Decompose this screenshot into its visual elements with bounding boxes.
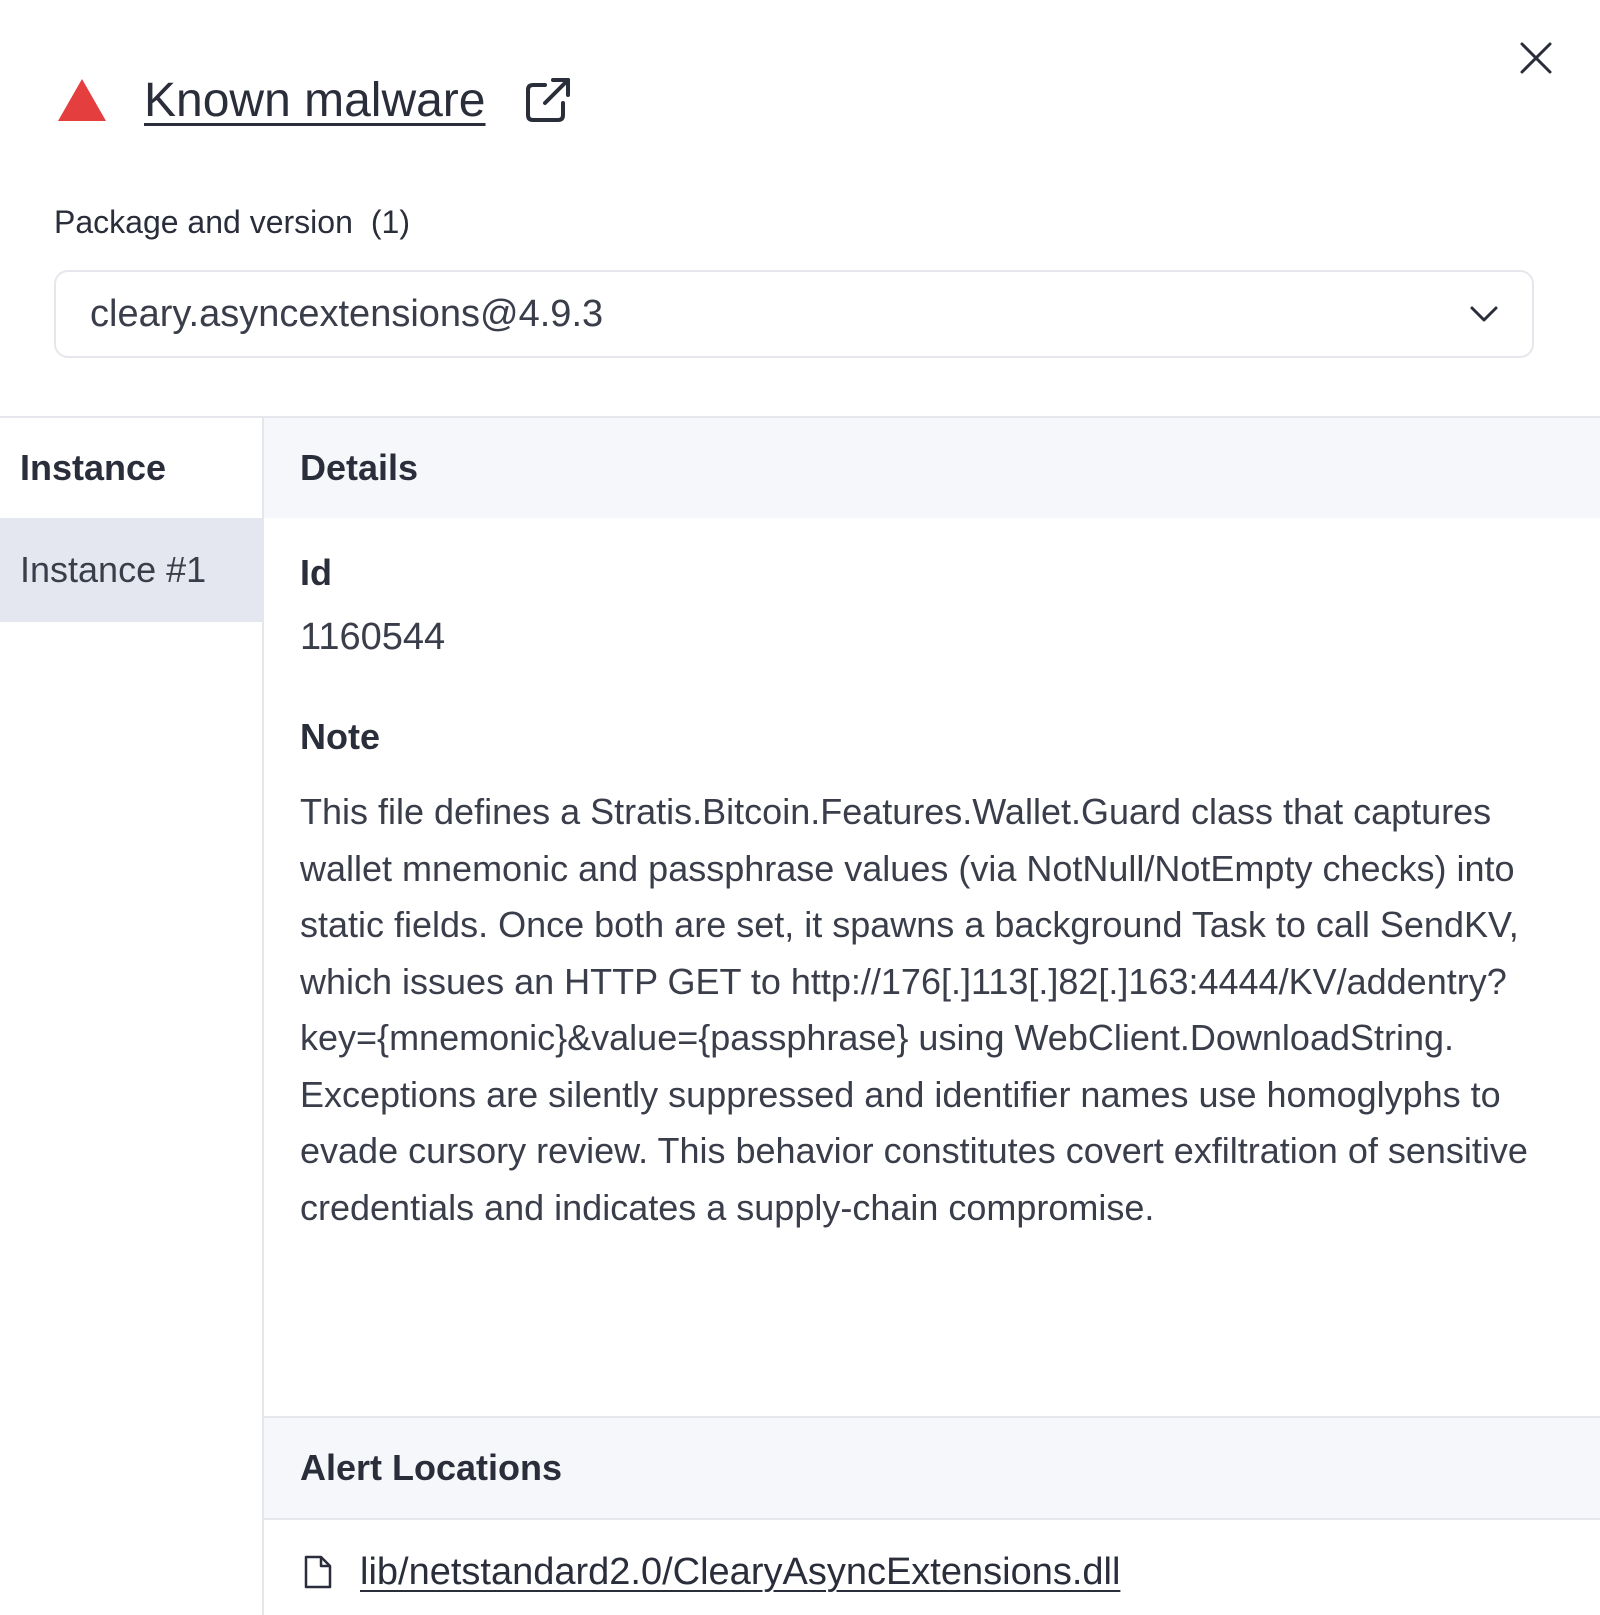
alert-title-link[interactable]: Known malware — [144, 73, 485, 128]
details-column: Details Id 1160544 Note This file define… — [264, 418, 1600, 1615]
details-column-header: Details — [264, 418, 1600, 518]
alert-locations-header: Alert Locations — [264, 1416, 1600, 1520]
note-label: Note — [300, 716, 380, 757]
alert-location-link[interactable]: lib/netstandard2.0/ClearyAsyncExtensions… — [360, 1551, 1120, 1594]
close-icon — [1518, 40, 1554, 81]
package-selected-value: cleary.asyncextensions@4.9.3 — [90, 292, 604, 335]
external-link-icon[interactable] — [521, 73, 575, 127]
instance-column-header: Instance — [20, 447, 167, 488]
package-version-select[interactable]: cleary.asyncextensions@4.9.3 — [54, 270, 1534, 358]
instance-item[interactable]: Instance #1 — [0, 518, 262, 622]
file-icon — [300, 1552, 336, 1592]
id-label: Id — [300, 552, 332, 593]
note-text: This file defines a Stratis.Bitcoin.Feat… — [300, 791, 1528, 1228]
alert-header: Known malware — [56, 70, 575, 130]
close-button[interactable] — [1516, 40, 1556, 80]
package-version-label: Package and version (1) — [54, 204, 410, 241]
alert-location-row: lib/netstandard2.0/ClearyAsyncExtensions… — [300, 1542, 1120, 1602]
id-value: 1160544 — [300, 616, 446, 658]
instance-details-panel: Instance Instance #1 Details Id 1160544 … — [0, 416, 1600, 1615]
instance-column: Instance Instance #1 — [0, 418, 264, 1615]
chevron-down-icon — [1466, 296, 1502, 332]
warning-triangle-icon — [56, 77, 108, 123]
package-count: (1) — [370, 204, 410, 240]
package-label-text: Package and version — [54, 204, 353, 240]
